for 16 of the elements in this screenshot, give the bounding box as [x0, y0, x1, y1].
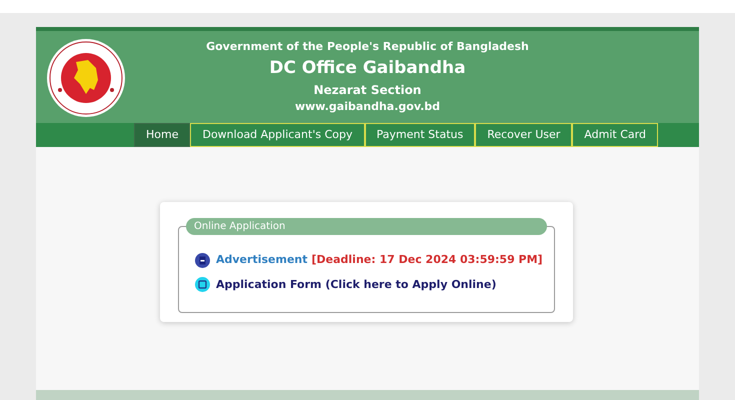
government-title: Government of the People's Republic of Bangladesh	[206, 39, 529, 55]
nav-link[interactable]: Recover User	[475, 123, 572, 147]
nav-link[interactable]: Payment Status	[364, 123, 476, 147]
document-icon	[195, 252, 210, 268]
nav-link[interactable]: Admit Card	[572, 123, 658, 147]
website-address: www.gaibandha.gov.bd	[294, 99, 440, 115]
emblem-icon	[46, 38, 126, 118]
advertisement-link[interactable]: Advertisement	[216, 252, 308, 268]
deadline-text: [Deadline: 17 Dec 2024 03:59:59 PM]	[312, 252, 543, 268]
section-legend: Online Application	[186, 218, 547, 235]
nav-link[interactable]: Download Applicant's Copy	[190, 123, 364, 147]
nav-link[interactable]: Home	[134, 123, 190, 147]
section-title: Nezarat Section	[314, 82, 422, 99]
form-icon	[195, 277, 210, 292]
application-form-link[interactable]: Application Form (Click here to Apply Online)	[216, 276, 496, 293]
office-title: DC Office Gaibandha	[269, 57, 466, 80]
